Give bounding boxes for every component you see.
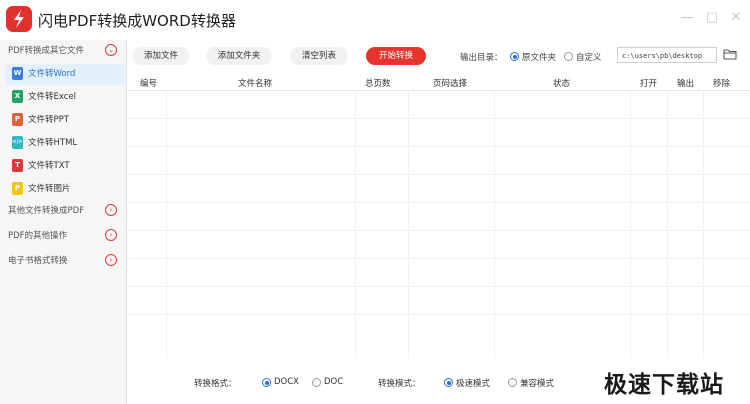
- mode-label: 转换模式：: [378, 379, 421, 389]
- grid-line: [128, 174, 750, 175]
- format-label: 转换格式：: [194, 379, 237, 389]
- file-table-body[interactable]: [128, 90, 750, 358]
- sidebar-item-excel[interactable]: X 文件转Excel: [12, 87, 126, 108]
- original-folder-radio[interactable]: [510, 52, 519, 61]
- col-filename: 文件名称: [238, 79, 273, 89]
- original-folder-label: 原文件夹: [522, 53, 557, 63]
- doc-radio[interactable]: [312, 378, 321, 387]
- clear-list-button[interactable]: 清空列表: [290, 47, 348, 65]
- chevron-right-icon: ›: [105, 204, 117, 216]
- ppt-file-icon: P: [12, 113, 23, 126]
- app-title: 闪电PDF转换成WORD转换器: [38, 12, 236, 30]
- start-convert-button[interactable]: 开始转换: [366, 47, 426, 65]
- grid-line: [630, 90, 631, 358]
- sidebar-group-label: 其他文件转换成PDF: [8, 206, 85, 216]
- col-remove: 移除: [713, 79, 731, 89]
- txt-file-icon: T: [12, 159, 23, 172]
- grid-line: [128, 118, 750, 119]
- col-output: 输出: [677, 79, 695, 89]
- chevron-right-icon: ›: [105, 254, 117, 266]
- compat-mode-label: 兼容模式: [520, 379, 555, 389]
- custom-folder-label: 自定义: [576, 53, 602, 63]
- grid-line: [128, 230, 750, 231]
- chevron-down-icon: ⌄: [105, 44, 117, 56]
- html-file-icon: </>: [12, 136, 23, 149]
- col-number: 编号: [140, 79, 158, 89]
- sidebar-item-label: 文件转TXT: [28, 161, 70, 171]
- sidebar-group-label: PDF的其他操作: [8, 231, 68, 241]
- grid-line: [408, 90, 409, 358]
- docx-label: DOCX: [274, 377, 299, 387]
- sidebar-item-txt[interactable]: T 文件转TXT: [12, 156, 126, 177]
- title-bar: 闪电PDF转换成WORD转换器 — □ ✕: [0, 0, 750, 40]
- image-file-icon: P: [12, 182, 23, 195]
- app-logo-icon: [6, 6, 32, 32]
- grid-line: [128, 202, 750, 203]
- col-pages: 总页数: [365, 79, 391, 89]
- sidebar-item-image[interactable]: P 文件转图片: [12, 179, 126, 200]
- grid-line: [703, 90, 704, 358]
- sidebar-item-label: 文件转Word: [28, 69, 76, 79]
- minimize-button[interactable]: —: [679, 10, 695, 26]
- sidebar-group-pdf-other-ops[interactable]: PDF的其他操作 ›: [0, 225, 126, 247]
- excel-file-icon: X: [12, 90, 23, 103]
- grid-line: [128, 286, 750, 287]
- file-table-header: 编号 文件名称 总页数 页码选择 状态 打开 输出 移除: [128, 74, 750, 91]
- output-path-input[interactable]: c:\users\pb\desktop: [617, 47, 717, 63]
- sidebar-group-label: PDF转换成其它文件: [8, 46, 85, 56]
- sidebar-group-ebook[interactable]: 电子书格式转换 ›: [0, 250, 126, 272]
- sidebar-item-word[interactable]: W 文件转Word: [6, 64, 126, 85]
- grid-line: [128, 146, 750, 147]
- sidebar-item-html[interactable]: </> 文件转HTML: [12, 133, 126, 154]
- sidebar-group-other-to-pdf[interactable]: 其他文件转换成PDF ›: [0, 200, 126, 222]
- grid-line: [494, 90, 495, 358]
- sidebar-group-label: 电子书格式转换: [8, 256, 68, 266]
- grid-line: [128, 258, 750, 259]
- sidebar-group-pdf-to-other[interactable]: PDF转换成其它文件 ⌄: [0, 40, 126, 62]
- col-status: 状态: [553, 79, 571, 89]
- site-watermark: 极速下载站: [604, 372, 724, 398]
- col-open: 打开: [640, 79, 658, 89]
- fast-mode-label: 极速模式: [456, 379, 491, 389]
- sidebar-item-label: 文件转图片: [28, 184, 71, 194]
- sidebar: PDF转换成其它文件 ⌄ W 文件转Word X 文件转Excel P 文件转PPT …: [0, 40, 127, 404]
- chevron-right-icon: ›: [105, 229, 117, 241]
- compat-mode-radio[interactable]: [508, 378, 517, 387]
- sidebar-item-ppt[interactable]: P 文件转PPT: [12, 110, 126, 131]
- sidebar-item-label: 文件转HTML: [28, 138, 78, 148]
- sidebar-item-label: 文件转Excel: [28, 92, 77, 102]
- doc-label: DOC: [324, 377, 344, 387]
- folder-icon[interactable]: [723, 48, 737, 60]
- grid-line: [355, 90, 356, 358]
- col-page-select: 页码选择: [433, 79, 468, 89]
- fast-mode-radio[interactable]: [444, 378, 453, 387]
- add-folder-button[interactable]: 添加文件夹: [206, 47, 272, 65]
- grid-line: [166, 90, 167, 358]
- sidebar-item-label: 文件转PPT: [28, 115, 69, 125]
- word-file-icon: W: [12, 67, 23, 80]
- grid-line: [667, 90, 668, 358]
- add-file-button[interactable]: 添加文件: [133, 47, 189, 65]
- maximize-button[interactable]: □: [704, 10, 720, 26]
- custom-folder-radio[interactable]: [564, 52, 573, 61]
- grid-line: [128, 314, 750, 315]
- output-dir-label: 输出目录：: [460, 53, 503, 63]
- close-button[interactable]: ✕: [728, 10, 744, 26]
- docx-radio[interactable]: [262, 378, 271, 387]
